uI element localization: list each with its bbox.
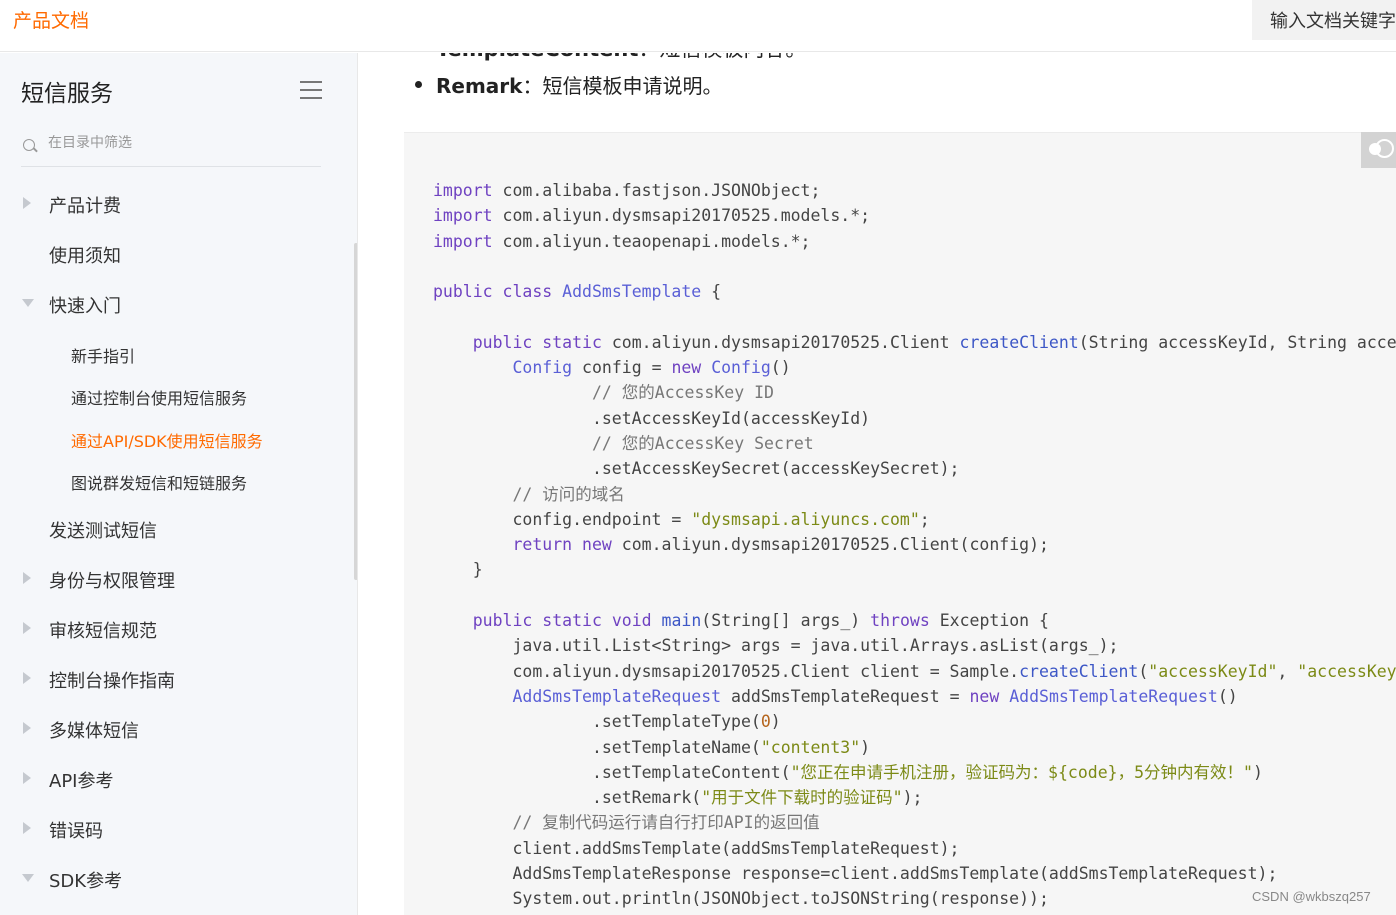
sidebar-item[interactable]: 发送测试短信: [0, 509, 355, 549]
sidebar-item[interactable]: API参考: [0, 759, 355, 799]
sidebar-item-label: 多媒体短信: [49, 721, 139, 742]
sidebar-item[interactable]: SDK参考: [0, 859, 355, 899]
content-line-template: TemplateContent：短信模板内容。: [436, 53, 806, 63]
sidebar-item[interactable]: 多媒体短信: [0, 709, 355, 749]
sidebar-item[interactable]: 控制台操作指南: [0, 659, 355, 699]
search-icon: [23, 139, 35, 151]
caret-down-icon[interactable]: [22, 874, 34, 882]
sidebar-item-label: 控制台操作指南: [49, 671, 175, 692]
sidebar-item[interactable]: 图说群发短信和短链服务: [0, 460, 355, 500]
sidebar: 短信服务 产品计费使用须知快速入门新手指引通过控制台使用短信服务通过API/SD…: [0, 53, 358, 915]
sidebar-item-label: 通过API/SDK使用短信服务: [71, 432, 263, 451]
caret-right-icon[interactable]: [23, 822, 31, 834]
caret-right-icon[interactable]: [23, 672, 31, 684]
sidebar-item-label: 错误码: [49, 821, 103, 842]
sidebar-item-label: 审核短信规范: [49, 621, 157, 642]
sidebar-item-label: 图说群发短信和短链服务: [71, 474, 248, 493]
top-bar: 产品文档 输入文档关键字查: [0, 0, 1396, 52]
sidebar-item-label: SDK参考: [49, 871, 123, 892]
code-block: import com.alibaba.fastjson.JSONObject; …: [404, 132, 1396, 915]
caret-right-icon[interactable]: [23, 572, 31, 584]
sidebar-item[interactable]: 使用须知: [0, 234, 355, 274]
filter-input[interactable]: [48, 135, 318, 151]
sidebar-scrollbar[interactable]: [354, 243, 357, 580]
sidebar-item-label: 新手指引: [71, 347, 136, 366]
caret-right-icon[interactable]: [23, 722, 31, 734]
sidebar-item[interactable]: 快速入门: [0, 284, 355, 324]
code-text: import com.alibaba.fastjson.JSONObject; …: [433, 181, 1396, 909]
sidebar-item-label: 产品计费: [49, 196, 121, 217]
sidebar-item[interactable]: 身份与权限管理: [0, 559, 355, 599]
main-content: TemplateContent：短信模板内容。 Remark：短信模板申请说明。…: [359, 53, 1396, 915]
sidebar-item-label: 快速入门: [49, 296, 121, 317]
hamburger-icon[interactable]: [300, 81, 322, 99]
sidebar-item-label: 使用须知: [49, 246, 121, 267]
sidebar-item[interactable]: 新手指引: [0, 333, 355, 373]
sidebar-item-label: 身份与权限管理: [49, 571, 175, 592]
watermark: CSDN @wkbszq257: [1252, 889, 1371, 904]
caret-right-icon[interactable]: [23, 772, 31, 784]
caret-right-icon[interactable]: [23, 197, 31, 209]
sidebar-item[interactable]: 通过控制台使用短信服务: [0, 375, 355, 415]
theme-toggle-icon[interactable]: [1361, 132, 1396, 168]
sidebar-filter: [21, 131, 321, 167]
list-bullet: [415, 81, 422, 88]
caret-right-icon[interactable]: [23, 622, 31, 634]
brand-link[interactable]: 产品文档: [13, 6, 89, 33]
sidebar-item[interactable]: 审核短信规范: [0, 609, 355, 649]
sidebar-item-label: 发送测试短信: [49, 521, 157, 542]
sidebar-title: 短信服务: [21, 81, 113, 107]
sidebar-item[interactable]: 产品计费: [0, 184, 355, 224]
sidebar-item-label: API参考: [49, 771, 114, 792]
sidebar-item[interactable]: 通过API/SDK使用短信服务: [0, 418, 355, 458]
sidebar-item-label: 通过控制台使用短信服务: [71, 389, 248, 408]
caret-down-icon[interactable]: [22, 299, 34, 307]
doc-search-input[interactable]: 输入文档关键字查: [1252, 0, 1396, 40]
sidebar-item[interactable]: 错误码: [0, 809, 355, 849]
content-line-remark: Remark：短信模板申请说明。: [436, 74, 723, 98]
